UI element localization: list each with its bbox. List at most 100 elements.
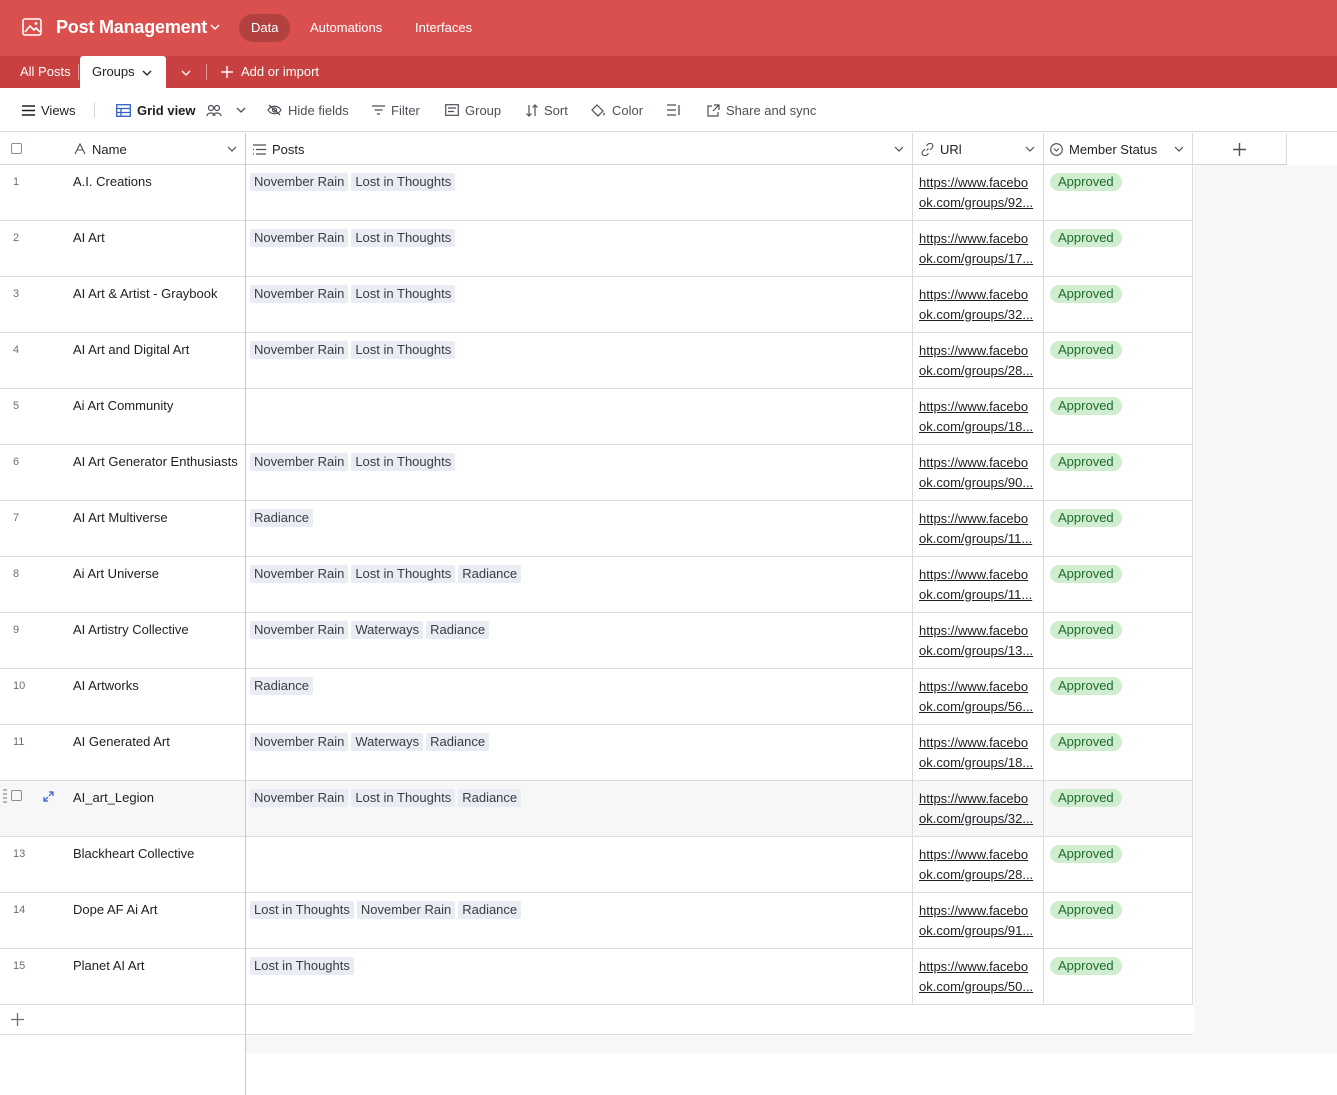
url-cell[interactable]: https://www.facebo ok.com/groups/50... [913,949,1044,1005]
url-link[interactable]: https://www.facebo [919,565,1039,585]
member-status-cell[interactable]: Approved [1044,725,1193,781]
member-status-cell[interactable]: Approved [1044,333,1193,389]
chevron-down-icon[interactable] [1025,144,1035,154]
member-status-cell[interactable]: Approved [1044,613,1193,669]
linked-post-chip[interactable]: Lost in Thoughts [250,957,354,975]
drag-handle-icon[interactable] [3,789,7,805]
linked-post-chip[interactable]: Lost in Thoughts [351,341,456,359]
url-cell[interactable]: https://www.facebo ok.com/groups/18... [913,725,1044,781]
url-cell[interactable]: https://www.facebo ok.com/groups/11... [913,501,1044,557]
name-cell[interactable]: AI Art [65,221,246,277]
linked-post-chip[interactable]: Lost in Thoughts [351,229,456,247]
url-link[interactable]: https://www.facebo [919,509,1039,529]
url-cell[interactable]: https://www.facebo ok.com/groups/11... [913,557,1044,613]
url-cell[interactable]: https://www.facebo ok.com/groups/32... [913,781,1044,837]
linked-post-chip[interactable]: Lost in Thoughts [351,565,456,583]
url-cell[interactable]: https://www.facebo ok.com/groups/28... [913,333,1044,389]
member-status-cell[interactable]: Approved [1044,389,1193,445]
linked-post-chip[interactable]: November Rain [250,789,349,807]
url-link[interactable]: https://www.facebo [919,621,1039,641]
url-cell[interactable]: https://www.facebo ok.com/groups/17... [913,221,1044,277]
table-row[interactable]: 3 AI Art & Artist - Graybook November Ra… [0,277,1193,333]
url-cell[interactable]: https://www.facebo ok.com/groups/32... [913,277,1044,333]
table-row[interactable]: 14 Dope AF Ai Art Lost in Thoughts Novemb… [0,893,1193,949]
url-link[interactable]: https://www.facebo [919,285,1039,305]
filter-button[interactable]: Filter [372,88,420,132]
nav-interfaces[interactable]: Interfaces [403,14,484,42]
url-link[interactable]: https://www.facebo [919,341,1039,361]
url-link[interactable]: https://www.facebo [919,901,1039,921]
url-link[interactable]: https://www.facebo [919,957,1039,977]
linked-post-chip[interactable]: November Rain [250,173,349,191]
linked-post-chip[interactable]: November Rain [356,901,456,919]
chevron-down-icon[interactable] [227,144,237,154]
url-link[interactable]: ok.com/groups/28... [919,361,1039,381]
url-link[interactable]: https://www.facebo [919,789,1039,809]
name-cell[interactable]: AI Artworks [65,669,246,725]
url-cell[interactable]: https://www.facebo ok.com/groups/92... [913,165,1044,221]
url-cell[interactable]: https://www.facebo ok.com/groups/91... [913,893,1044,949]
linked-post-chip[interactable]: November Rain [250,341,349,359]
views-button[interactable]: Views [22,88,75,132]
table-row[interactable]: 2 AI Art November Rain Lost in Thoughts h… [0,221,1193,277]
url-link[interactable]: https://www.facebo [919,453,1039,473]
url-cell[interactable]: https://www.facebo ok.com/groups/90... [913,445,1044,501]
column-header-url[interactable]: URl [913,133,1044,165]
name-cell[interactable]: A.I. Creations [65,165,246,221]
member-status-cell[interactable]: Approved [1044,949,1193,1005]
tab-all-posts[interactable]: All Posts [20,56,71,88]
url-link[interactable]: ok.com/groups/56... [919,697,1039,717]
url-link[interactable]: ok.com/groups/91... [919,921,1039,941]
add-record-row[interactable] [0,1005,1193,1035]
linked-post-chip[interactable]: Radiance [458,789,522,807]
table-row[interactable]: 11 AI Generated Art November Rain Waterwa… [0,725,1193,781]
posts-cell[interactable]: November Rain Lost in Thoughts [246,333,913,389]
url-link[interactable]: https://www.facebo [919,677,1039,697]
url-link[interactable]: ok.com/groups/18... [919,753,1039,773]
posts-cell[interactable]: November Rain Lost in Thoughts [246,221,913,277]
member-status-cell[interactable]: Approved [1044,165,1193,221]
url-link[interactable]: ok.com/groups/11... [919,529,1039,549]
table-row[interactable]: 4 AI Art and Digital Art November Rain Lo… [0,333,1193,389]
linked-post-chip[interactable]: November Rain [250,733,349,751]
column-header-name[interactable]: Name [65,133,246,165]
linked-post-chip[interactable]: Radiance [250,677,313,695]
chevron-down-icon[interactable] [894,144,904,154]
member-status-cell[interactable]: Approved [1044,837,1193,893]
linked-post-chip[interactable]: Radiance [458,565,522,583]
table-row[interactable]: 8 Ai Art Universe November Rain Lost in T… [0,557,1193,613]
url-link[interactable]: ok.com/groups/11... [919,585,1039,605]
table-row[interactable]: 6 AI Art Generator Enthusiasts November … [0,445,1193,501]
member-status-cell[interactable]: Approved [1044,445,1193,501]
name-cell[interactable]: AI Art & Artist - Graybook [65,277,246,333]
sort-button[interactable]: Sort [526,88,568,132]
url-link[interactable]: ok.com/groups/92... [919,193,1039,213]
table-row[interactable]: 1 A.I. Creations November Rain Lost in Th… [0,165,1193,221]
member-status-cell[interactable]: Approved [1044,501,1193,557]
member-status-cell[interactable]: Approved [1044,669,1193,725]
app-title[interactable]: Post Management [56,17,207,38]
share-and-sync-button[interactable]: Share and sync [707,88,816,132]
chevron-down-icon[interactable] [236,105,246,115]
member-status-cell[interactable]: Approved [1044,221,1193,277]
linked-post-chip[interactable]: Lost in Thoughts [351,789,456,807]
chevron-down-icon[interactable] [210,22,220,32]
table-row[interactable]: 7 AI Art Multiverse Radiance https://www… [0,501,1193,557]
add-or-import-button[interactable]: Add or import [221,56,319,88]
posts-cell[interactable]: November Rain Lost in Thoughts [246,445,913,501]
linked-post-chip[interactable]: Waterways [351,621,424,639]
member-status-cell[interactable]: Approved [1044,557,1193,613]
name-cell[interactable]: Ai Art Universe [65,557,246,613]
chevron-down-icon[interactable] [142,68,152,78]
linked-post-chip[interactable]: Lost in Thoughts [351,453,456,471]
name-cell[interactable]: Planet AI Art [65,949,246,1005]
table-row[interactable]: AI_art_Legion November Rain Lost in Thoug… [0,781,1193,837]
linked-post-chip[interactable]: November Rain [250,285,349,303]
name-cell[interactable]: Ai Art Community [65,389,246,445]
table-row[interactable]: 13 Blackheart Collective https://www.fac… [0,837,1193,893]
linked-post-chip[interactable]: Lost in Thoughts [250,901,354,919]
url-link[interactable]: ok.com/groups/32... [919,809,1039,829]
table-row[interactable]: 5 Ai Art Community https://www.facebo ok… [0,389,1193,445]
member-status-cell[interactable]: Approved [1044,893,1193,949]
name-cell[interactable]: AI_art_Legion [65,781,246,837]
